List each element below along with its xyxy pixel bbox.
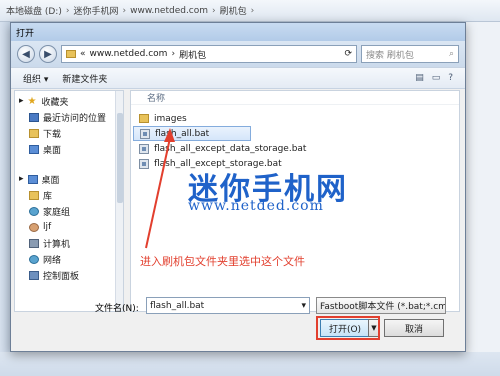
filename-input[interactable]: flash_all.bat ▾	[146, 297, 310, 314]
annotation-text: 进入刷机包文件夹里选中这个文件	[140, 255, 305, 268]
address-segment[interactable]: 刷机包	[179, 48, 206, 61]
dialog-title: 打开	[16, 28, 35, 39]
chevron-right-icon: ›	[212, 5, 216, 16]
expand-icon[interactable]: ▸	[19, 174, 24, 184]
control-panel-icon	[29, 270, 39, 280]
background-address-bar: 本地磁盘 (D:) › 迷你手机网 › www.netded.com › 刷机包…	[0, 0, 500, 22]
cancel-button-label: 取消	[404, 324, 423, 335]
desktop-icon	[27, 174, 38, 184]
back-arrow-icon[interactable]: ◀	[17, 45, 35, 63]
homegroup-icon	[29, 206, 39, 216]
desktop-icon	[29, 144, 39, 154]
view-controls: ▤ ▭ ?	[415, 73, 453, 83]
sidebar-item-homegroup[interactable]: 家庭组	[19, 203, 123, 219]
sidebar-item-libraries[interactable]: 库	[19, 187, 123, 203]
batch-file-icon	[139, 143, 149, 154]
library-icon	[29, 190, 39, 200]
chevron-right-icon: ›	[250, 5, 255, 16]
watermark-url: www.netded.com	[188, 198, 324, 214]
expand-icon[interactable]: ▸	[19, 96, 24, 106]
background-window-right	[466, 22, 500, 376]
folder-icon	[139, 114, 149, 123]
user-icon	[29, 222, 39, 232]
open-button-highlight	[316, 316, 380, 340]
file-item-flash-all-except-data-storage[interactable]: flash_all_except_data_storage.bat	[133, 141, 459, 156]
sidebar-item-desktop[interactable]: ▸ 桌面	[19, 171, 123, 187]
sidebar-item-downloads[interactable]: 下载	[19, 125, 123, 141]
refresh-icon[interactable]: ⟳	[344, 49, 352, 59]
filename-label: 文件名(N):	[95, 304, 139, 314]
navigation-pane: ▸ ★ 收藏夹 最近访问的位置 下载 桌面 ▸ 桌面 库 家庭组 ljf 计算机…	[14, 90, 124, 312]
chevron-right-icon: ›	[65, 5, 70, 16]
chevron-right-icon: ›	[171, 49, 176, 59]
file-item-images[interactable]: images	[133, 111, 459, 126]
sidebar-item-favorites[interactable]: ▸ ★ 收藏夹	[19, 93, 123, 109]
downloads-icon	[29, 128, 39, 138]
search-placeholder: 搜索 刷机包	[366, 50, 414, 61]
sidebar-item-network[interactable]: 网络	[19, 251, 123, 267]
file-item-flash-all[interactable]: flash_all.bat	[133, 126, 251, 141]
sidebar-item-user[interactable]: ljf	[19, 219, 123, 235]
sidebar-item-desktop-fav[interactable]: 桌面	[19, 141, 123, 157]
dialog-titlebar[interactable]: 打开	[11, 23, 465, 41]
chevron-double-left-icon: «	[80, 49, 86, 59]
search-icon: ⌕	[448, 49, 454, 59]
filename-value: flash_all.bat	[150, 300, 205, 311]
dialog-toolbar: 组织 ▾ 新建文件夹 ▤ ▭ ?	[11, 67, 465, 89]
navigation-row: ◀ ▶ « www.netded.com › 刷机包 ⟳ 搜索 刷机包 ⌕	[11, 41, 465, 67]
background-window-bottom	[0, 352, 500, 376]
organize-button[interactable]: 组织 ▾	[23, 72, 48, 85]
sidebar-item-control-panel[interactable]: 控制面板	[19, 267, 123, 283]
breadcrumb-segment[interactable]: 刷机包	[220, 4, 247, 17]
scrollbar-thumb[interactable]	[117, 113, 123, 203]
chevron-down-icon[interactable]: ▾	[301, 301, 306, 311]
cancel-button[interactable]: 取消	[384, 319, 444, 337]
navigation-scrollbar[interactable]	[115, 91, 123, 311]
computer-icon	[29, 238, 39, 248]
network-icon	[29, 254, 39, 264]
breadcrumb-segment[interactable]: www.netded.com	[130, 6, 208, 16]
chevron-right-icon: ›	[122, 5, 127, 16]
view-options-icon[interactable]: ▤	[415, 73, 424, 83]
background-window-edge	[0, 22, 10, 376]
column-header-name[interactable]: 名称	[131, 91, 459, 105]
batch-file-icon	[139, 158, 149, 169]
recent-places-icon	[29, 112, 39, 122]
filetype-value: Fastboot脚本文件 (*.bat;*.cmd)	[320, 302, 446, 312]
batch-file-icon	[140, 128, 150, 139]
new-folder-button[interactable]: 新建文件夹	[62, 72, 107, 85]
breadcrumb-segment[interactable]: 本地磁盘 (D:)	[6, 4, 62, 17]
sidebar-item-computer[interactable]: 计算机	[19, 235, 123, 251]
forward-arrow-icon[interactable]: ▶	[39, 45, 57, 63]
preview-pane-icon[interactable]: ▭	[432, 73, 441, 83]
breadcrumb-segment[interactable]: 迷你手机网	[73, 4, 118, 17]
filetype-select[interactable]: Fastboot脚本文件 (*.bat;*.cmd) ▾	[316, 297, 446, 314]
address-segment[interactable]: www.netded.com	[90, 49, 168, 59]
star-icon: ★	[27, 95, 37, 107]
folder-icon	[66, 50, 76, 58]
address-bar[interactable]: « www.netded.com › 刷机包 ⟳	[61, 45, 357, 63]
search-input[interactable]: 搜索 刷机包 ⌕	[361, 45, 459, 63]
help-icon[interactable]: ?	[448, 73, 453, 83]
sidebar-item-recent[interactable]: 最近访问的位置	[19, 109, 123, 125]
